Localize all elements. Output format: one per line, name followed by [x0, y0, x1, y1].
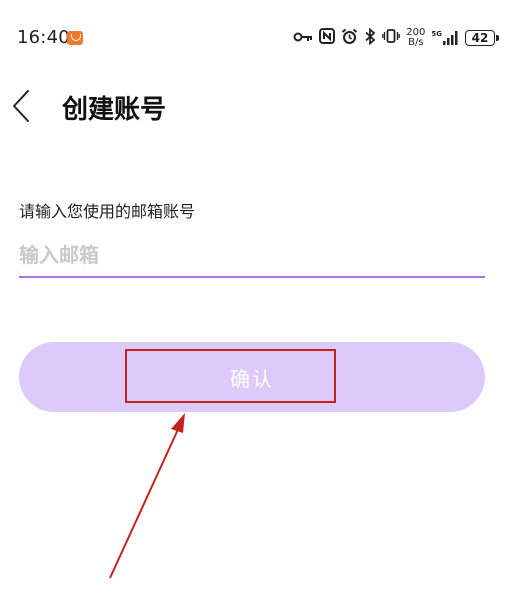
back-button[interactable]: [6, 88, 36, 124]
battery-icon: 42: [465, 30, 499, 46]
signal-label: 5G: [431, 30, 442, 38]
email-field-label: 请输入您使用的邮箱账号: [19, 202, 196, 221]
back-arrow-icon: [13, 90, 29, 122]
confirm-button[interactable]: 确认: [19, 342, 485, 412]
status-icons: 200 B/s 5G 42: [293, 24, 499, 52]
signal-icon: 5G: [431, 31, 459, 45]
confirm-button-label: 确认: [230, 366, 274, 391]
key-icon: [293, 29, 313, 48]
nfc-icon: [319, 28, 336, 48]
net-speed: 200 B/s: [406, 28, 425, 48]
bluetooth-icon: [364, 27, 376, 49]
email-input[interactable]: [19, 234, 485, 278]
net-speed-unit: B/s: [408, 37, 424, 48]
app-notification-icon: [67, 31, 83, 45]
page-title: 创建账号: [62, 95, 167, 125]
status-bar: 16:40 200 B/s 5G 42: [0, 0, 513, 78]
status-time: 16:40: [17, 27, 70, 48]
battery-level: 42: [471, 31, 489, 45]
vibrate-icon: [382, 28, 401, 48]
alarm-icon: [341, 28, 358, 49]
